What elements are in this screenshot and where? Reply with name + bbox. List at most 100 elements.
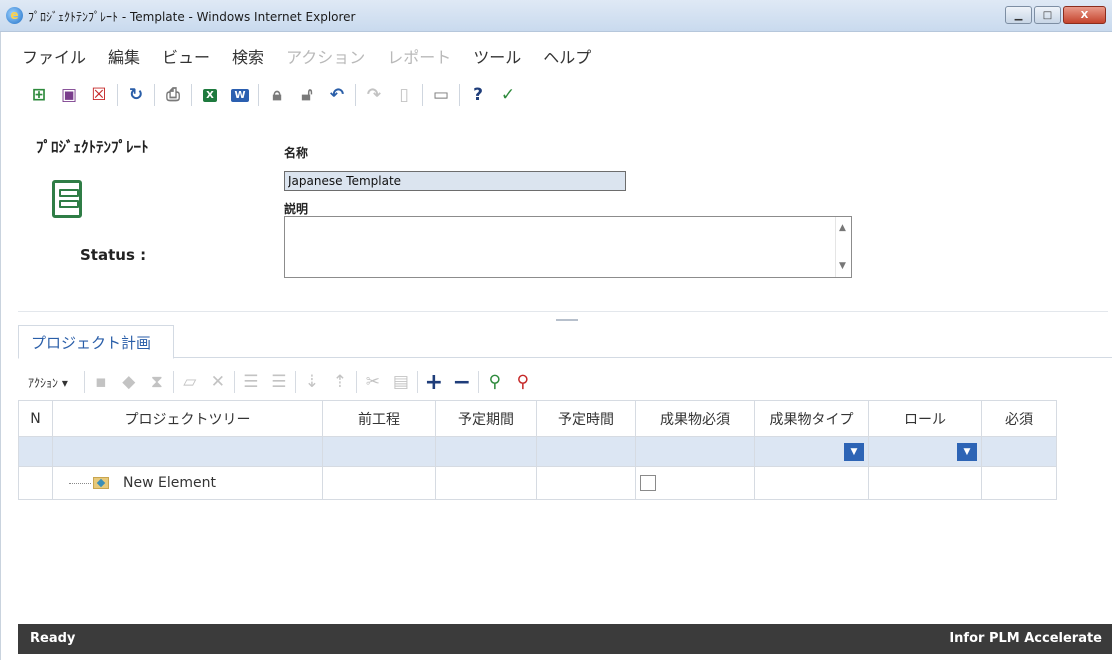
filter-row: ▼ ▼ — [18, 436, 1057, 467]
column-header[interactable]: 予定期間 — [435, 400, 537, 437]
toolbar-separator — [258, 84, 259, 106]
filter-cell[interactable]: ▼ — [754, 436, 869, 467]
minimize-button[interactable]: ▁ — [1005, 6, 1032, 24]
lock-icon[interactable]: 🔒︎ — [262, 81, 292, 109]
column-header[interactable]: 前工程 — [322, 400, 436, 437]
panel-icon[interactable]: ▭ — [426, 81, 456, 109]
menu-search[interactable]: 検索 — [232, 44, 264, 72]
find-icon[interactable]: ⚲ — [481, 369, 509, 395]
word-icon[interactable]: W — [225, 81, 255, 109]
column-header[interactable]: 予定時間 — [536, 400, 636, 437]
menu-action[interactable]: アクション — [286, 44, 365, 72]
deliverable-required-checkbox[interactable] — [640, 475, 656, 491]
filter-cell[interactable]: ▼ — [868, 436, 982, 467]
description-scrollbar[interactable]: ▲ ▼ — [835, 217, 851, 277]
dropdown-arrow-icon[interactable]: ▼ — [844, 443, 864, 461]
filter-cell[interactable] — [52, 436, 323, 467]
move-down-icon[interactable]: ⇣ — [298, 369, 326, 395]
tree-cell[interactable]: New Element — [52, 466, 323, 500]
planned-period-cell[interactable] — [435, 466, 537, 500]
save-icon[interactable]: ▣ — [54, 81, 84, 109]
window-title: ﾌﾟﾛｼﾞｪｸﾄﾃﾝﾌﾟﾚｰﾄ - Template - Windows Int… — [28, 10, 356, 24]
column-header[interactable]: N — [18, 400, 53, 437]
menu-edit[interactable]: 編集 — [108, 44, 140, 72]
main-toolbar: ⊞ ▣ ☒ ↻ ⎙ X W 🔒︎ 🔓︎ ↶ ↷ ▯ ▭ ? ✓ — [0, 78, 1112, 112]
column-header[interactable]: プロジェクトツリー — [52, 400, 323, 437]
status-text: Ready — [30, 631, 76, 646]
element-name[interactable]: New Element — [123, 475, 216, 491]
action-dropdown[interactable]: ｱｸｼｮﾝ ▾ — [28, 374, 68, 391]
help-icon[interactable]: ? — [463, 81, 493, 109]
menu-help[interactable]: ヘルプ — [543, 44, 591, 72]
refresh-icon[interactable]: ↻ — [121, 81, 151, 109]
insert-element-icon[interactable]: ▪ — [87, 369, 115, 395]
redo-icon[interactable]: ↷ — [359, 81, 389, 109]
add-row-icon[interactable]: + — [420, 369, 448, 395]
dropdown-arrow-icon[interactable]: ▼ — [957, 443, 977, 461]
tag-icon[interactable]: ▱ — [176, 369, 204, 395]
maximize-button[interactable]: □ — [1034, 6, 1061, 24]
deliverable-required-cell[interactable] — [635, 466, 755, 500]
menu-file[interactable]: ファイル — [22, 44, 86, 72]
splitter-handle[interactable] — [556, 319, 578, 321]
close-button[interactable]: X — [1063, 6, 1106, 24]
undo-icon[interactable]: ↶ — [322, 81, 352, 109]
column-header[interactable]: 必須 — [981, 400, 1057, 437]
tree-connector — [69, 482, 91, 484]
grid-header-row: N プロジェクトツリー 前工程 予定期間 予定時間 成果物必須 成果物タイプ ロ… — [18, 400, 1057, 437]
unlock-icon[interactable]: 🔓︎ — [292, 81, 322, 109]
paste-icon[interactable]: ▤ — [387, 369, 415, 395]
description-field[interactable]: ▲ ▼ — [284, 216, 852, 278]
name-input[interactable] — [284, 171, 626, 191]
milestone-icon[interactable]: ◆ — [115, 369, 143, 395]
column-header[interactable]: 成果物必須 — [635, 400, 755, 437]
column-header[interactable]: ロール — [868, 400, 982, 437]
tab-project-plan[interactable]: プロジェクト計画 — [18, 325, 174, 359]
table-row[interactable]: New Element — [18, 466, 1057, 500]
delete-icon[interactable]: ☒ — [84, 81, 114, 109]
tab-bar: プロジェクト計画 — [18, 322, 1112, 359]
remove-row-icon[interactable]: − — [448, 369, 476, 395]
required-cell[interactable] — [981, 466, 1057, 500]
move-up-icon[interactable]: ⇡ — [326, 369, 354, 395]
scroll-down-icon[interactable]: ▼ — [839, 261, 846, 271]
scroll-up-icon[interactable]: ▲ — [839, 223, 846, 233]
document-icon[interactable]: ▯ — [389, 81, 419, 109]
planned-time-cell[interactable] — [536, 466, 636, 500]
toolbar-separator — [459, 84, 460, 106]
filter-cell[interactable] — [18, 436, 53, 467]
menu-report[interactable]: レポート — [387, 44, 451, 72]
deliverable-type-cell[interactable] — [754, 466, 869, 500]
menu-view[interactable]: ビュー — [162, 44, 210, 72]
print-icon[interactable]: ⎙ — [158, 81, 188, 109]
excel-icon[interactable]: X — [195, 81, 225, 109]
toolbar-separator — [154, 84, 155, 106]
menu-tools[interactable]: ツール — [473, 44, 521, 72]
template-header-form: ﾌﾟﾛｼﾞｪｸﾄﾃﾝﾌﾟﾚｰﾄ Status : 名称 説明 ▲ ▼ — [18, 122, 1108, 312]
column-header[interactable]: 成果物タイプ — [754, 400, 869, 437]
role-cell[interactable] — [868, 466, 982, 500]
window-controls: ▁ □ X — [1005, 6, 1106, 24]
new-icon[interactable]: ⊞ — [24, 81, 54, 109]
status-bar: Ready Infor PLM Accelerate — [18, 624, 1112, 654]
filter-cell[interactable] — [435, 436, 537, 467]
window-titlebar: e ﾌﾟﾛｼﾞｪｸﾄﾃﾝﾌﾟﾚｰﾄ - Template - Windows I… — [0, 0, 1112, 32]
grid-toolbar: ｱｸｼｮﾝ ▾ ▪ ◆ ⧗ ▱ ✕ ☰ ☰ ⇣ ⇡ ✂ ▤ + − ⚲ ⚲ — [18, 366, 1112, 398]
filter-cell[interactable] — [981, 436, 1057, 467]
toolbar-separator — [477, 371, 479, 393]
filter-cell[interactable] — [635, 436, 755, 467]
clear-find-icon[interactable]: ⚲ — [509, 369, 537, 395]
form-heading: ﾌﾟﾛｼﾞｪｸﾄﾃﾝﾌﾟﾚｰﾄ — [36, 138, 149, 156]
toolbar-separator — [355, 84, 356, 106]
hourglass-icon[interactable]: ⧗ — [143, 369, 171, 395]
remove-icon[interactable]: ✕ — [204, 369, 232, 395]
predecessor-cell[interactable] — [322, 466, 436, 500]
row-number-cell — [18, 466, 53, 500]
indent-icon[interactable]: ☰ — [237, 369, 265, 395]
filter-cell[interactable] — [536, 436, 636, 467]
check-icon[interactable]: ✓ — [493, 81, 523, 109]
toolbar-separator — [416, 371, 418, 393]
filter-cell[interactable] — [322, 436, 436, 467]
outdent-icon[interactable]: ☰ — [265, 369, 293, 395]
cut-icon[interactable]: ✂ — [359, 369, 387, 395]
